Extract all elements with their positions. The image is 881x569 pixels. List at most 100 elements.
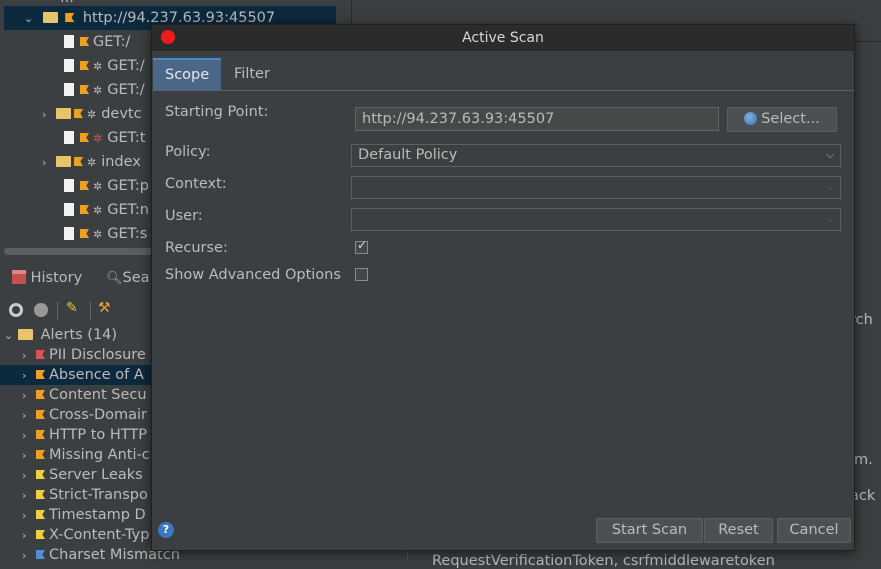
spider-icon: ✲	[93, 84, 103, 97]
alert-flag-icon	[74, 157, 83, 166]
tab-scope[interactable]: Scope	[153, 58, 222, 90]
toolbar-divider	[57, 302, 58, 320]
alert-item[interactable]: › Timestamp D	[22, 505, 146, 525]
target-icon[interactable]	[9, 303, 23, 317]
chevron-right-icon[interactable]: ›	[22, 486, 36, 506]
globe-icon[interactable]	[34, 303, 48, 317]
tree-item-label: GET:/	[107, 58, 145, 74]
document-icon	[64, 59, 74, 72]
dialog-title: Active Scan	[462, 30, 544, 46]
spider-icon: ✲	[93, 132, 103, 145]
alert-item[interactable]: › Cross-Domair	[22, 405, 147, 425]
alert-flag-icon	[36, 450, 45, 459]
chevron-right-icon[interactable]: ›	[22, 346, 36, 366]
alerts-root[interactable]: ⌄ Alerts (14)	[4, 325, 117, 345]
alert-flag-icon	[36, 350, 45, 359]
alert-item[interactable]: › Server Leaks	[22, 465, 143, 485]
pencil-icon[interactable]: ✎	[66, 300, 78, 316]
chevron-right-icon[interactable]: ›	[22, 506, 36, 526]
alert-flag-icon	[36, 490, 45, 499]
checkmark-icon: ✓	[357, 238, 368, 252]
folder-icon	[56, 156, 71, 167]
tree-item-label: GET:/	[93, 34, 131, 50]
alert-flag-icon	[80, 85, 89, 94]
tree-item-label: index	[101, 154, 141, 170]
tree-item[interactable]: ✲ GET:/	[64, 78, 145, 102]
chevron-right-icon[interactable]: ›	[22, 526, 36, 546]
tree-item-label: GET:s	[107, 226, 148, 242]
document-icon	[64, 203, 74, 216]
chevron-right-icon[interactable]: ›	[22, 386, 36, 406]
spider-icon: ✲	[93, 228, 103, 241]
document-icon	[64, 179, 74, 192]
alert-flag-icon	[80, 205, 89, 214]
alert-item-label: X-Content-Typ	[49, 527, 150, 543]
toolbar-divider	[90, 302, 91, 320]
tree-item[interactable]: ✲ GET:t	[64, 126, 145, 150]
policy-select[interactable]: Default Policy ⌵	[351, 144, 841, 167]
context-label: Context:	[165, 176, 227, 192]
user-label: User:	[165, 208, 203, 224]
tree-item[interactable]: ✲ GET:/	[64, 54, 145, 78]
start-scan-button[interactable]: Start Scan	[596, 518, 703, 543]
alert-item[interactable]: › PII Disclosure	[22, 345, 146, 365]
cancel-button[interactable]: Cancel	[777, 518, 851, 543]
help-icon[interactable]: ?	[158, 522, 174, 538]
alert-item[interactable]: › Content Secu	[22, 385, 147, 405]
tab-search-label: Sea	[122, 270, 150, 286]
alert-item-label: Server Leaks	[49, 467, 143, 483]
select-button[interactable]: Select...	[727, 107, 837, 132]
chevron-down-icon: ⌵	[826, 182, 834, 193]
alert-flag-icon	[36, 530, 45, 539]
alert-item-label: Cross-Domair	[49, 407, 148, 423]
alert-flag-icon	[36, 510, 45, 519]
dialog-tab-bar: Scope Filter	[152, 58, 854, 91]
chevron-down-icon[interactable]: ⌄	[24, 7, 38, 31]
chevron-right-icon[interactable]: ›	[42, 151, 56, 175]
chevron-right-icon[interactable]: ›	[22, 426, 36, 446]
alert-item[interactable]: › X-Content-Typ	[22, 525, 149, 545]
active-scan-dialog: Active Scan Scope Filter Starting Point:…	[151, 24, 855, 551]
alert-item[interactable]: › Missing Anti-c	[22, 445, 150, 465]
chevron-down-icon: ⌵	[826, 214, 834, 225]
alert-item[interactable]: › Strict-Transpo	[22, 485, 148, 505]
tree-item[interactable]: › ✲ index	[42, 150, 141, 174]
spider-icon: ✲	[87, 156, 97, 169]
chevron-right-icon[interactable]: ›	[22, 466, 36, 486]
alerts-header-label: Alerts (14)	[40, 327, 118, 343]
tree-item-label: GET:/	[107, 82, 145, 98]
dialog-titlebar[interactable]: Active Scan	[152, 25, 854, 51]
context-select[interactable]: ⌵	[351, 176, 841, 199]
tree-item[interactable]: › ✲ devtc	[42, 102, 142, 126]
user-select[interactable]: ⌵	[351, 208, 841, 231]
broom-icon[interactable]: ⚒	[98, 300, 111, 316]
alert-item[interactable]: › HTTP to HTTP	[22, 425, 147, 445]
starting-point-field[interactable]: http://94.237.63.93:45507	[355, 107, 719, 131]
tree-item[interactable]: ✲ GET:n	[64, 198, 149, 222]
alert-item-label: HTTP to HTTP	[49, 427, 147, 443]
folder-icon	[56, 108, 71, 119]
document-icon	[64, 35, 74, 48]
alert-flag-icon	[80, 133, 89, 142]
tab-history[interactable]: History	[12, 270, 82, 286]
chevron-right-icon[interactable]: ›	[42, 103, 56, 127]
alert-item-label: Absence of A	[49, 367, 144, 383]
close-button[interactable]	[161, 30, 175, 44]
tree-item[interactable]: ✲ GET:s	[64, 222, 147, 246]
tree-item[interactable]: ✲ GET:p	[64, 174, 149, 198]
tree-item[interactable]: GET:/	[64, 30, 130, 54]
reset-button[interactable]: Reset	[704, 518, 773, 543]
tab-filter[interactable]: Filter	[222, 58, 282, 90]
chevron-down-icon[interactable]: ⌄	[4, 326, 18, 346]
recurse-checkbox[interactable]: ✓	[355, 238, 368, 254]
policy-label: Policy:	[165, 144, 211, 160]
chevron-right-icon[interactable]: ›	[22, 446, 36, 466]
tree-item-label: devtc	[101, 106, 142, 122]
chevron-right-icon[interactable]: ›	[22, 406, 36, 426]
advanced-options-label: Show Advanced Options	[165, 267, 341, 283]
alert-flag-icon	[65, 13, 75, 22]
advanced-options-checkbox[interactable]	[355, 268, 368, 281]
chevron-right-icon[interactable]: ›	[22, 546, 36, 566]
tab-search[interactable]: 🔍︎Sea	[106, 270, 150, 286]
chevron-right-icon[interactable]: ›	[22, 366, 36, 386]
